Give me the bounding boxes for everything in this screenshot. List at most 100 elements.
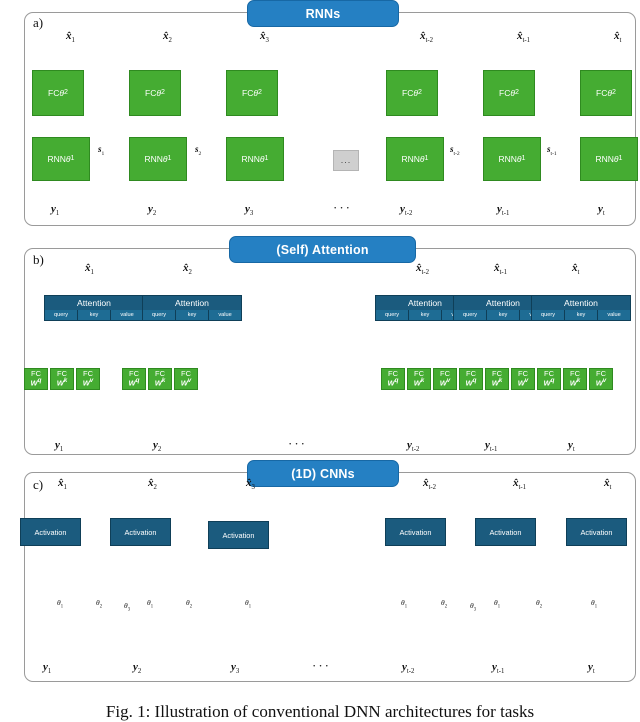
panel-c-banner: (1D) CNNs [247,460,399,487]
input-label: yt [598,203,605,218]
kernel-label: θ1 [591,598,598,610]
output-label: x̂3 [260,30,269,45]
attention-block: Attention query key value [44,295,144,321]
output-label: x̂t [572,262,580,277]
kernel-label: θ3 [470,601,477,613]
attention-port-query: query [541,312,555,318]
panel-c-title: (1D) CNNs [291,466,355,481]
output-label: x̂2 [183,262,192,277]
attention-port-query: query [463,312,477,318]
state-label: st-2 [450,144,460,157]
fc-block: FC θ2 [32,70,84,116]
panel-b-banner: (Self) Attention [229,236,416,263]
panel-self-attention [24,248,636,455]
output-label: x̂3 [246,477,255,492]
fc-wv-block: FC Wv [511,368,535,390]
input-label: yt-1 [485,439,498,454]
kernel-label: θ1 [401,598,408,610]
input-label: yt [568,439,575,454]
sequence-ellipsis: ··· [312,658,331,673]
attention-port-query: query [54,312,68,318]
figure-canvas: RNNs a) x̂1 x̂2 x̂3 x̂t-2 x̂t-1 x̂t FC θ… [0,0,640,721]
input-label: y1 [51,203,60,218]
attention-port-key: key [77,310,110,320]
activation-block: Activation [566,518,627,546]
rnn-block: RNN θ1 [226,137,284,181]
sequence-ellipsis: ··· [288,436,307,451]
output-label: x̂1 [66,30,75,45]
output-label: x̂2 [163,30,172,45]
attention-port-key: key [564,310,597,320]
attention-port-key: key [408,310,441,320]
activation-block: Activation [208,521,269,549]
state-label: st-1 [547,144,557,157]
sequence-ellipsis: ··· [333,200,352,215]
output-label: x̂t-1 [513,477,527,492]
input-label: yt-2 [402,661,415,676]
kernel-label: θ2 [186,598,193,610]
kernel-label: θ2 [96,598,103,610]
state-label: s2 [195,144,202,157]
input-label: y2 [148,203,157,218]
kernel-label: θ3 [124,601,131,613]
fc-block: FC θ2 [226,70,278,116]
fc-wk-block: FC Wk [485,368,509,390]
output-label: x̂t-2 [416,262,430,277]
fc-wq-block: FC Wq [537,368,561,390]
activation-block: Activation [385,518,446,546]
fc-block: FC θ2 [483,70,535,116]
kernel-label: θ2 [536,598,543,610]
kernel-label: θ1 [494,598,501,610]
fc-wk-block: FC Wk [50,368,74,390]
fc-wv-block: FC Wv [589,368,613,390]
output-label: x̂t [604,477,612,492]
fc-wk-block: FC Wk [563,368,587,390]
rnn-block: RNN θ1 [580,137,638,181]
attention-port-key: key [486,310,519,320]
kernel-label: θ1 [147,598,154,610]
panel-a-title: RNNs [305,6,341,21]
fc-wq-block: FC Wq [122,368,146,390]
output-label: x̂t-1 [494,262,508,277]
attention-title: Attention [45,296,143,310]
fc-wv-block: FC Wv [433,368,457,390]
panel-a-banner: RNNs [247,0,399,27]
input-label: y3 [231,661,240,676]
attention-block: Attention query key value [531,295,631,321]
sequence-gap-marker: ... [333,150,359,171]
panel-rnns [24,12,636,226]
input-label: yt-1 [497,203,510,218]
input-label: yt [588,661,595,676]
activation-block: Activation [20,518,81,546]
activation-block: Activation [110,518,171,546]
panel-cnns [24,472,636,682]
attention-title: Attention [143,296,241,310]
attention-title: Attention [532,296,630,310]
panel-a-letter: a) [33,15,44,30]
output-label: x̂t-2 [420,30,434,45]
attention-port-query: query [385,312,399,318]
fc-wq-block: FC Wq [24,368,48,390]
fc-block: FC θ2 [129,70,181,116]
panel-b-letter: b) [33,252,44,267]
attention-port-value: value [208,310,241,320]
output-label: x̂t-1 [517,30,531,45]
attention-port-value: value [110,310,143,320]
input-label: y1 [55,439,64,454]
attention-port-value: value [597,310,630,320]
output-label: x̂t [614,30,622,45]
fc-wq-block: FC Wq [381,368,405,390]
activation-block: Activation [475,518,536,546]
kernel-label: θ1 [57,598,64,610]
input-label: yt-2 [407,439,420,454]
input-label: yt-2 [400,203,413,218]
input-label: y2 [133,661,142,676]
input-label: yt-1 [492,661,505,676]
fc-wk-block: FC Wk [148,368,172,390]
fc-wv-block: FC Wv [174,368,198,390]
attention-block: Attention query key value [142,295,242,321]
output-label: x̂2 [148,477,157,492]
panel-c-letter: c) [33,477,44,492]
kernel-label: θ2 [441,598,448,610]
output-label: x̂1 [58,477,67,492]
